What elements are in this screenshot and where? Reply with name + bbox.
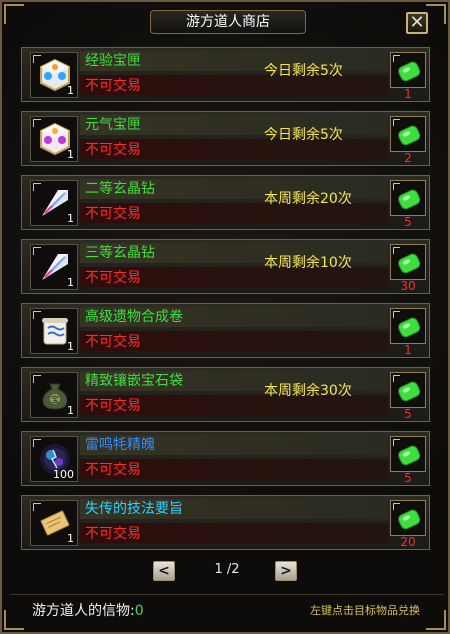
exchange-hint: 左键点击目标物品兑换 xyxy=(310,604,420,617)
cost-price: 20 xyxy=(400,535,416,549)
cost-price: 30 xyxy=(400,279,416,293)
trade-status: 不可交易 xyxy=(85,462,141,478)
frame-corner xyxy=(426,610,446,630)
cost-price: 5 xyxy=(404,471,412,485)
prev-page-button[interactable]: < xyxy=(153,561,175,581)
trade-status: 不可交易 xyxy=(85,270,141,286)
purchase-limit: 本周剩余30次 xyxy=(264,383,352,399)
jade-token-icon xyxy=(396,506,422,532)
item-quantity: 1 xyxy=(67,276,74,289)
cost-slot[interactable] xyxy=(390,244,426,280)
window-title: 游方道人商店 xyxy=(150,10,306,34)
purchase-limit: 今日剩余5次 xyxy=(264,63,343,79)
jade-token-icon xyxy=(396,314,422,340)
trade-status: 不可交易 xyxy=(85,206,141,222)
jade-token-icon xyxy=(396,186,422,212)
item-slot[interactable]: 1 xyxy=(30,244,78,290)
trade-status: 不可交易 xyxy=(85,526,141,542)
shop-item-row[interactable]: 1 二等玄晶钻不可交易 本周剩余20次 5 xyxy=(21,175,430,230)
cost-price: 1 xyxy=(404,343,412,357)
frame-corner xyxy=(4,610,24,630)
cost-price: 5 xyxy=(404,215,412,229)
item-quantity: 1 xyxy=(67,212,74,225)
trade-status: 不可交易 xyxy=(85,78,141,94)
item-quantity: 1 xyxy=(67,148,74,161)
jade-token-icon xyxy=(396,378,422,404)
item-name: 精致镶嵌宝石袋 xyxy=(85,373,183,389)
item-quantity: 100 xyxy=(53,468,74,481)
jade-token-icon xyxy=(396,250,422,276)
token-value: 0 xyxy=(134,603,144,619)
item-name: 三等玄晶钻 xyxy=(85,245,155,261)
trade-status: 不可交易 xyxy=(85,334,141,350)
item-slot[interactable]: 1 xyxy=(30,308,78,354)
purchase-limit: 今日剩余5次 xyxy=(264,127,343,143)
jade-token-icon xyxy=(396,58,422,84)
purchase-limit: 本周剩余10次 xyxy=(264,255,352,271)
item-name: 元气宝匣 xyxy=(85,117,141,133)
shop-item-row[interactable]: 1 三等玄晶钻不可交易 本周剩余10次 30 xyxy=(21,239,430,294)
token-label: 游方道人的信物 xyxy=(32,603,130,619)
trade-status: 不可交易 xyxy=(85,398,141,414)
shop-item-row[interactable]: 宝 1 精致镶嵌宝石袋 不可交易 本周剩余30次 5 xyxy=(21,367,430,422)
item-slot[interactable]: 100 xyxy=(30,436,78,482)
item-quantity: 1 xyxy=(67,404,74,417)
close-button[interactable]: ✕ xyxy=(406,12,428,34)
cost-price: 5 xyxy=(404,407,412,421)
item-slot[interactable]: 宝1 xyxy=(30,372,78,418)
item-name: 高级遗物合成卷 xyxy=(85,309,183,325)
frame-corner xyxy=(4,4,24,24)
cost-slot[interactable] xyxy=(390,500,426,536)
item-slot[interactable]: 1 xyxy=(30,116,78,162)
cost-slot[interactable] xyxy=(390,52,426,88)
item-slot[interactable]: 1 xyxy=(30,180,78,226)
jade-token-icon xyxy=(396,122,422,148)
item-quantity: 1 xyxy=(67,532,74,545)
shop-item-row[interactable]: 1 失传的技法要旨 不可交易 20 xyxy=(21,495,430,550)
purchase-limit: 本周剩余20次 xyxy=(264,191,352,207)
frame-corner xyxy=(426,4,446,24)
shop-item-row[interactable]: 1 经验宝匣不可交易 今日剩余5次 1 xyxy=(21,47,430,102)
shop-window: 游方道人商店 ✕ 1 经验宝匣 不可交易 今日剩余5次 1 1 元气宝匣 不可交易 今日剩余5次… xyxy=(0,0,450,634)
page-indicator: 1 /2 xyxy=(214,562,240,577)
trade-status: 不可交易 xyxy=(85,142,141,158)
item-name: 二等玄晶钻 xyxy=(85,181,155,197)
item-quantity: 1 xyxy=(67,340,74,353)
shop-item-row[interactable]: 1 高级遗物合成卷 不可交易 1 xyxy=(21,303,430,358)
cost-price: 2 xyxy=(404,151,412,165)
cost-slot[interactable] xyxy=(390,308,426,344)
next-page-button[interactable]: > xyxy=(275,561,297,581)
token-balance: 游方道人的信物:0 xyxy=(32,602,144,620)
item-name: 经验宝匣 xyxy=(85,53,141,69)
cost-slot[interactable] xyxy=(390,116,426,152)
cost-slot[interactable] xyxy=(390,180,426,216)
item-quantity: 1 xyxy=(67,84,74,97)
cost-slot[interactable] xyxy=(390,372,426,408)
footer-divider xyxy=(10,594,444,595)
cost-slot[interactable] xyxy=(390,436,426,472)
item-name: 失传的技法要旨 xyxy=(85,501,183,517)
shop-item-row[interactable]: 100 雷鸣牦精魄不可交易 5 xyxy=(21,431,430,486)
item-slot[interactable]: 1 xyxy=(30,52,78,98)
item-name: 雷鸣牦精魄 xyxy=(85,437,155,453)
item-slot[interactable]: 1 xyxy=(30,500,78,546)
cost-price: 1 xyxy=(404,87,412,101)
svg-text:宝: 宝 xyxy=(51,394,59,404)
jade-token-icon xyxy=(396,442,422,468)
shop-item-row[interactable]: 1 元气宝匣不可交易 今日剩余5次 2 xyxy=(21,111,430,166)
